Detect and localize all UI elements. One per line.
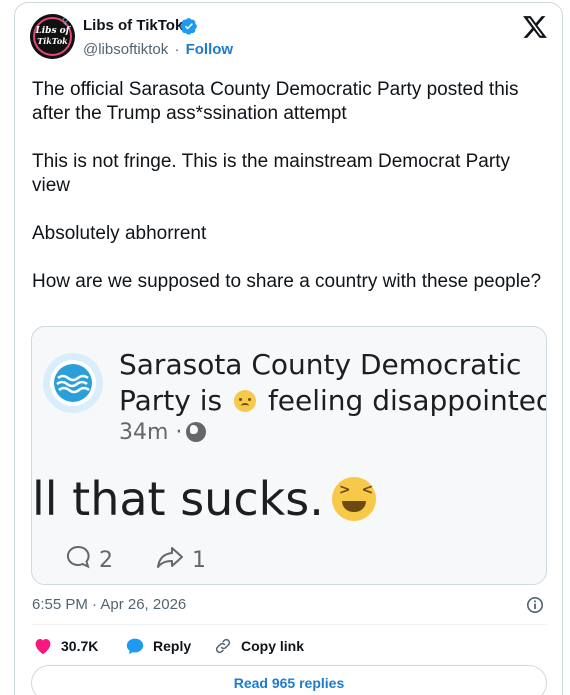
verified-badge-icon [180,18,197,35]
fb-post-body: ll that sucks. [32,472,324,526]
x-logo-icon[interactable] [522,15,548,39]
sad-face-icon [234,390,257,412]
follow-button[interactable]: Follow [186,41,234,58]
reply-bubble-icon [126,638,144,655]
fb-page-name: Sarasota County Democratic [119,348,522,381]
comment-icon [64,544,92,576]
handle-separator: · [174,41,180,58]
avatar[interactable]: ⚥ Libs of TikTok [30,14,75,59]
info-icon[interactable] [526,596,544,614]
heart-icon [35,639,51,655]
tweet-paragraph: The official Sarasota County Democratic … [32,79,524,124]
fb-comment-count: 2 [99,547,113,573]
like-button[interactable]: 30.7K [33,637,98,655]
divider [31,624,547,625]
author-handle[interactable]: @libsoftiktok [83,41,168,58]
fb-share-count: 1 [192,547,206,573]
read-replies-button[interactable]: Read 965 replies [31,665,547,695]
party-logo-icon [43,353,103,413]
reply-label: Reply [153,638,192,654]
fb-feeling-text: feeling disappointed. [267,384,547,417]
fb-post-age: 34m · [119,420,183,445]
fb-post-time: 34m · [119,420,207,445]
avatar-text-line1: Libs of [35,26,70,36]
like-count: 30.7K [61,638,99,654]
author-name[interactable]: Libs of TikTok [83,17,183,34]
tweet-text: The official Sarasota County Democratic … [32,78,547,318]
tweet-paragraph: This is not fringe. This is the mainstre… [32,151,516,196]
laughing-face-icon [331,477,376,521]
link-icon [215,638,231,654]
tweet-paragraph: How are we supposed to share a country w… [32,271,542,292]
reply-button[interactable]: Reply [125,637,191,655]
fb-page-name-end: Party is [119,384,223,417]
share-icon [155,544,185,576]
handle-row: @libsoftiktok · Follow [83,41,233,58]
copy-link-label: Copy link [241,638,305,654]
fb-post-actions: 2 1 [64,544,206,576]
tweet-media-image[interactable]: Sarasota County Democratic Party is feel… [31,326,547,585]
fb-post-text: ll that sucks. [32,472,376,526]
globe-icon [186,422,207,442]
tweet-paragraph: Absolutely abhorrent [32,223,207,244]
avatar-text-line2: TikTok [37,36,68,46]
copy-link-button[interactable]: Copy link [213,637,304,655]
tweet-timestamp[interactable]: 6:55 PM · Apr 26, 2026 [32,596,186,613]
fb-status-line: Party is feeling disappointed. [119,383,547,419]
